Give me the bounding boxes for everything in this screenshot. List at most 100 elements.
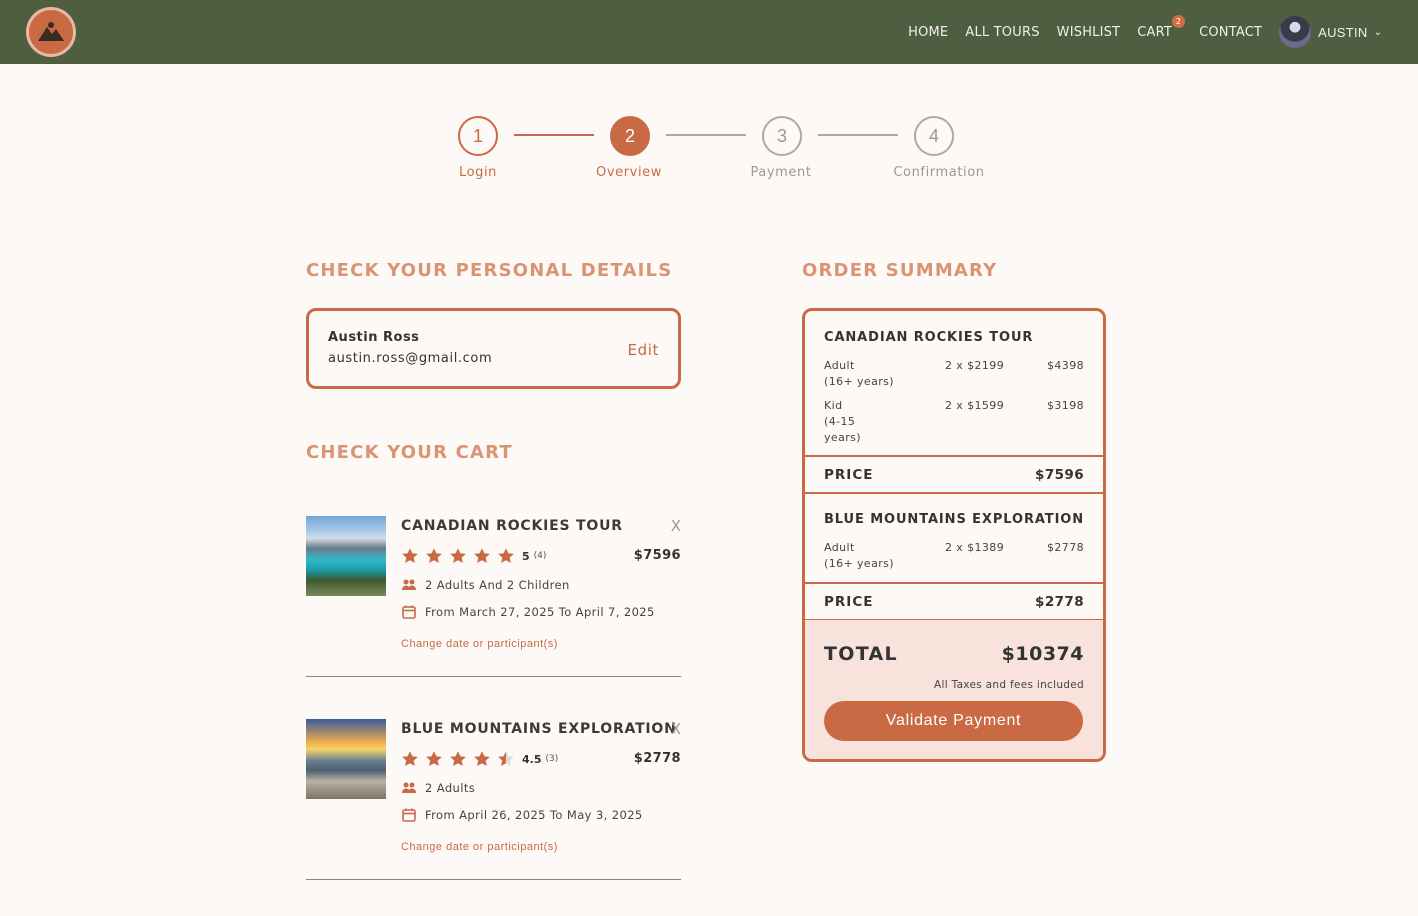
change-date-link[interactable]: Change date or participant(s)	[401, 638, 558, 650]
step-1-label: Login	[458, 165, 498, 180]
nav-links: HOME ALL TOURS WISHLIST CART 2 CONTACT AU…	[891, 0, 1382, 64]
calendar-icon	[402, 808, 416, 822]
star-full-icon	[474, 548, 490, 563]
calendar-icon	[402, 605, 416, 619]
summary-separator	[805, 492, 1103, 494]
dates-text: From March 27, 2025 To April 7, 2025	[425, 605, 655, 619]
tour-thumbnail[interactable]	[306, 719, 386, 799]
cart-item-title[interactable]: BLUE MOUNTAINS EXPLORATION	[401, 721, 677, 737]
total-amount: $10374	[1001, 643, 1084, 665]
nav-contact[interactable]: CONTACT	[1199, 25, 1262, 40]
star-full-icon	[426, 548, 442, 563]
star-full-icon	[498, 548, 514, 563]
total-label: TOTAL	[824, 643, 898, 665]
total-note: All Taxes and fees included	[934, 679, 1084, 691]
step-2-label: Overview	[595, 165, 662, 180]
logo[interactable]	[26, 7, 76, 57]
cart-item: BLUE MOUNTAINS EXPLORATION X 4.5 (3) $27…	[306, 719, 681, 869]
dates-row: From April 26, 2025 To May 3, 2025	[401, 807, 643, 823]
top-navbar: HOME ALL TOURS WISHLIST CART 2 CONTACT AU…	[0, 0, 1418, 64]
participants-row: 2 Adults	[401, 780, 475, 796]
nav-all-tours[interactable]: ALL TOURS	[965, 25, 1039, 40]
remove-item-button[interactable]: X	[671, 517, 681, 535]
people-icon	[402, 579, 416, 590]
tour-thumbnail[interactable]	[306, 516, 386, 596]
summary-price-row: PRICE $2778	[824, 594, 1084, 610]
user-menu[interactable]: AUSTIN ⌄	[1279, 16, 1382, 48]
summary-line-qty: 2 x $2199	[945, 359, 1005, 372]
edit-personal-button[interactable]: Edit	[628, 341, 659, 359]
step-4-circle[interactable]: 4	[914, 116, 954, 156]
step-connector-3	[818, 134, 898, 136]
star-full-icon	[450, 751, 466, 766]
chevron-down-icon: ⌄	[1373, 26, 1382, 38]
rating-value: 4.5	[522, 752, 542, 766]
validate-payment-button[interactable]: Validate Payment	[824, 701, 1083, 741]
step-connector-1	[514, 134, 594, 136]
mountain-logo-icon	[38, 22, 64, 41]
step-1-circle[interactable]: 1	[458, 116, 498, 156]
star-full-icon	[474, 751, 490, 766]
cart-item-price: $7596	[633, 548, 681, 563]
participants-text: 2 Adults And 2 Children	[425, 578, 570, 592]
summary-separator	[805, 582, 1103, 584]
review-count: (4)	[533, 551, 547, 561]
nav-cart-label: CART	[1137, 24, 1173, 40]
summary-price-row: PRICE $7596	[824, 467, 1084, 483]
rating-value: 5	[522, 549, 530, 563]
summary-price-label: PRICE	[824, 467, 874, 483]
total-section: TOTAL $10374 All Taxes and fees included…	[805, 620, 1103, 759]
order-summary-heading: ORDER SUMMARY	[802, 260, 998, 281]
people-icon	[402, 782, 416, 793]
personal-details-heading: CHECK YOUR PERSONAL DETAILS	[306, 260, 673, 281]
cart-divider	[306, 879, 681, 880]
user-name: AUSTIN	[1318, 24, 1368, 40]
rating-stars: 5 (4)	[401, 547, 546, 565]
summary-line-amount: $4398	[1047, 359, 1084, 372]
cart-item-title[interactable]: CANADIAN ROCKIES TOUR	[401, 518, 623, 534]
step-2-circle[interactable]: 2	[610, 116, 650, 156]
customer-email: austin.ross@gmail.com	[328, 351, 493, 366]
step-connector-2	[666, 134, 746, 136]
nav-wishlist[interactable]: WISHLIST	[1057, 25, 1121, 40]
summary-line-amount: $3198	[1047, 399, 1084, 412]
summary-line-qty: 2 x $1389	[945, 541, 1005, 554]
summary-line-label: Adult (16+ years)	[824, 541, 894, 570]
order-summary-card: CANADIAN ROCKIES TOUR Adult (16+ years) 2…	[802, 308, 1106, 762]
summary-tour-title: CANADIAN ROCKIES TOUR	[824, 330, 1034, 345]
summary-separator	[805, 455, 1103, 457]
rating-stars: 4.5 (3)	[401, 750, 558, 768]
cart-item: CANADIAN ROCKIES TOUR X 5 (4) $7596 2 Ad…	[306, 516, 681, 666]
summary-price-amount: $2778	[1035, 594, 1084, 610]
summary-price-label: PRICE	[824, 594, 874, 610]
star-full-icon	[450, 548, 466, 563]
summary-line-label: Adult (16+ years)	[824, 359, 894, 388]
cart-count-badge: 2	[1172, 14, 1186, 28]
summary-line: Kid (4-15 years) 2 x $1599 $3198	[824, 398, 1084, 446]
personal-details-card: Austin Ross austin.ross@gmail.com Edit	[306, 308, 681, 389]
avatar	[1279, 16, 1312, 48]
cart-divider	[306, 676, 681, 677]
customer-name: Austin Ross	[328, 330, 420, 345]
review-count: (3)	[545, 754, 559, 764]
step-3-circle[interactable]: 3	[762, 116, 802, 156]
summary-line-qty: 2 x $1599	[945, 399, 1005, 412]
participants-text: 2 Adults	[425, 781, 476, 795]
dates-row: From March 27, 2025 To April 7, 2025	[401, 604, 655, 620]
remove-item-button[interactable]: X	[671, 720, 681, 738]
step-3-label: Payment	[750, 165, 812, 180]
star-full-icon	[402, 548, 418, 563]
star-half-icon	[498, 751, 514, 766]
step-4-label: Confirmation	[893, 165, 985, 180]
nav-cart[interactable]: CART 2	[1137, 14, 1186, 40]
summary-price-amount: $7596	[1035, 467, 1084, 483]
summary-line: Adult (16+ years) 2 x $2199 $4398	[824, 358, 1084, 392]
participants-row: 2 Adults And 2 Children	[401, 577, 570, 593]
star-full-icon	[426, 751, 442, 766]
summary-line: Adult (16+ years) 2 x $1389 $2778	[824, 540, 1084, 574]
summary-line-amount: $2778	[1047, 541, 1084, 554]
change-date-link[interactable]: Change date or participant(s)	[401, 841, 558, 853]
nav-home[interactable]: HOME	[908, 25, 948, 40]
dates-text: From April 26, 2025 To May 3, 2025	[425, 808, 643, 822]
summary-tour-title: BLUE MOUNTAINS EXPLORATION	[824, 512, 1085, 527]
